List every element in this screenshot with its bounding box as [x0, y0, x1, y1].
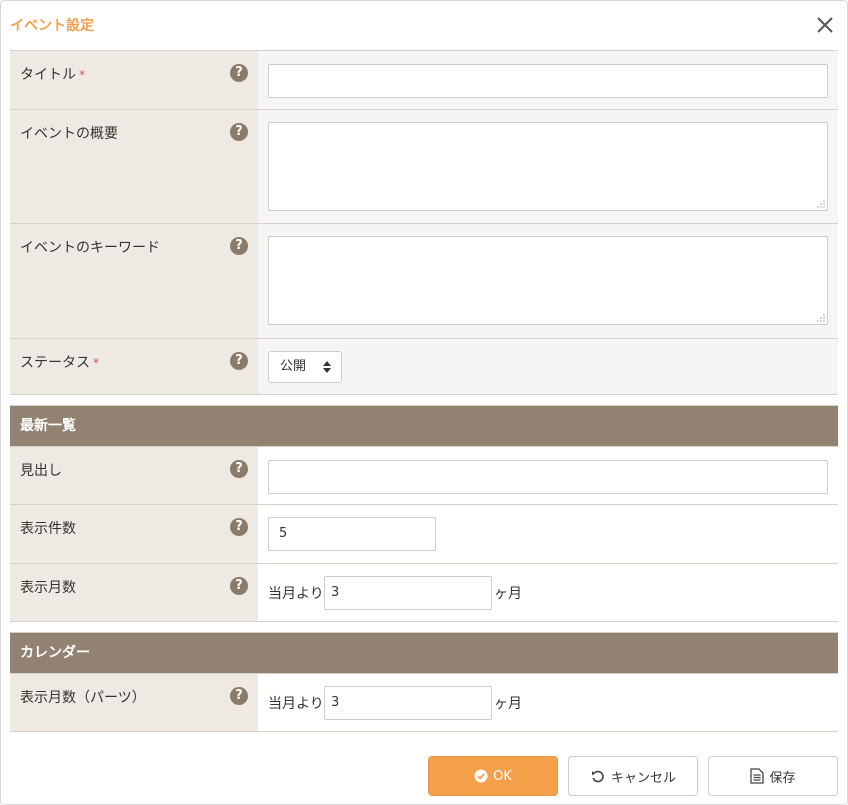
- months-prefix: 当月より: [268, 586, 324, 602]
- cancel-button[interactable]: キャンセル: [568, 756, 698, 796]
- section-latest-heading: 最新一覧: [10, 405, 838, 446]
- close-button[interactable]: [813, 13, 837, 37]
- settings-form: タイトル * ? イベントの概要 ? イベントのキーワード ? ステータス * …: [10, 50, 838, 732]
- keywords-label: イベントのキーワード: [20, 240, 160, 256]
- section-calendar-heading: カレンダー: [10, 632, 838, 673]
- headline-label: 見出し: [20, 463, 62, 479]
- status-selected-value: 公開: [280, 359, 307, 374]
- summary-label: イベントの概要: [20, 126, 118, 142]
- row-keywords: イベントのキーワード ?: [10, 223, 838, 338]
- document-icon: [750, 768, 765, 784]
- row-display-count: 表示件数 ? 5: [10, 504, 838, 563]
- row-title: タイトル * ?: [10, 50, 838, 109]
- months-suffix: ヶ月: [494, 586, 522, 602]
- row-summary: イベントの概要 ?: [10, 109, 838, 223]
- required-mark: *: [93, 356, 99, 370]
- help-icon[interactable]: ?: [230, 237, 248, 255]
- dialog-footer: OK キャンセル 保存: [1, 747, 847, 805]
- help-icon[interactable]: ?: [230, 518, 248, 536]
- help-icon[interactable]: ?: [230, 687, 248, 705]
- title-input[interactable]: [268, 64, 828, 98]
- event-settings-dialog: イベント設定 タイトル * ? イベントの概要 ? イベントのキーワード ? ス…: [0, 0, 848, 805]
- keywords-textarea[interactable]: [268, 236, 828, 325]
- calendar-months-label: 表示月数（パーツ）: [20, 690, 146, 706]
- display-count-label: 表示件数: [20, 521, 76, 537]
- check-circle-icon: [474, 769, 488, 783]
- resize-grip-icon[interactable]: [817, 200, 825, 208]
- ok-button[interactable]: OK: [428, 756, 558, 796]
- close-icon: [817, 17, 833, 33]
- row-display-months: 表示月数 ? 当月より 3 ヶ月: [10, 563, 838, 622]
- cancel-button-label: キャンセル: [610, 770, 676, 786]
- display-months-label: 表示月数: [20, 580, 76, 596]
- months-prefix: 当月より: [268, 696, 324, 712]
- dialog-header: イベント設定: [1, 1, 847, 49]
- title-label: タイトル: [20, 67, 76, 83]
- months-suffix: ヶ月: [494, 696, 522, 712]
- help-icon[interactable]: ?: [230, 64, 248, 82]
- calendar-months-input[interactable]: 3: [324, 686, 492, 720]
- save-button-label: 保存: [769, 770, 796, 786]
- dialog-title: イベント設定: [10, 18, 94, 34]
- resize-grip-icon[interactable]: [817, 314, 825, 322]
- help-icon[interactable]: ?: [230, 460, 248, 478]
- status-label: ステータス: [20, 355, 90, 371]
- display-months-input[interactable]: 3: [324, 576, 492, 610]
- save-button[interactable]: 保存: [708, 756, 838, 796]
- help-icon[interactable]: ?: [230, 123, 248, 141]
- headline-input[interactable]: [268, 460, 828, 494]
- undo-icon: [591, 770, 604, 783]
- sort-arrows-icon: [323, 361, 331, 373]
- status-select[interactable]: 公開: [268, 351, 342, 383]
- help-icon[interactable]: ?: [230, 577, 248, 595]
- row-calendar-months: 表示月数（パーツ） ? 当月より 3 ヶ月: [10, 673, 838, 732]
- required-mark: *: [79, 68, 85, 82]
- summary-textarea[interactable]: [268, 122, 828, 211]
- row-label: タイトル * ?: [10, 51, 258, 109]
- row-status: ステータス * ? 公開: [10, 338, 838, 395]
- display-count-input[interactable]: 5: [268, 517, 436, 551]
- help-icon[interactable]: ?: [230, 352, 248, 370]
- row-headline: 見出し ?: [10, 446, 838, 504]
- ok-button-label: OK: [493, 768, 512, 784]
